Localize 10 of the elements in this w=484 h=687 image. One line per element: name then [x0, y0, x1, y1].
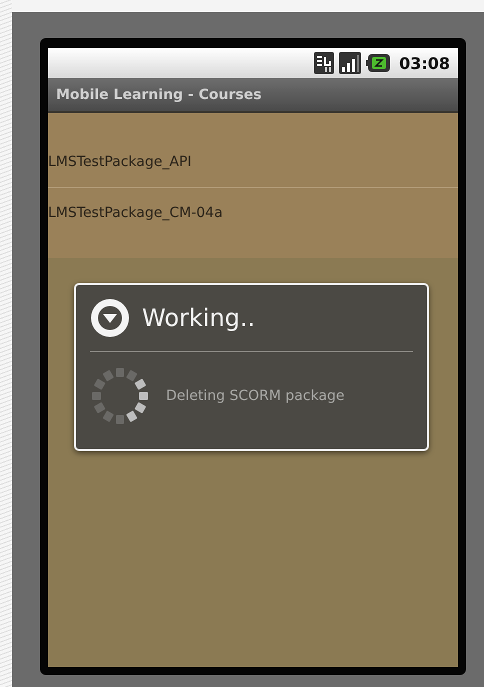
app-title: Mobile Learning - Courses — [56, 86, 262, 102]
course-item[interactable]: LMSTestPackage_API — [48, 137, 458, 188]
battery-icon — [366, 54, 390, 72]
course-item[interactable]: LMSTestPackage_CM-04a — [48, 188, 458, 238]
spinner-icon — [90, 366, 150, 426]
dialog-message: Deleting SCORM package — [166, 388, 345, 404]
signal-icon — [339, 52, 362, 74]
dropdown-circle-icon — [90, 298, 130, 338]
clock: 03:08 — [399, 54, 450, 72]
dialog-title: Working.. — [142, 304, 256, 332]
